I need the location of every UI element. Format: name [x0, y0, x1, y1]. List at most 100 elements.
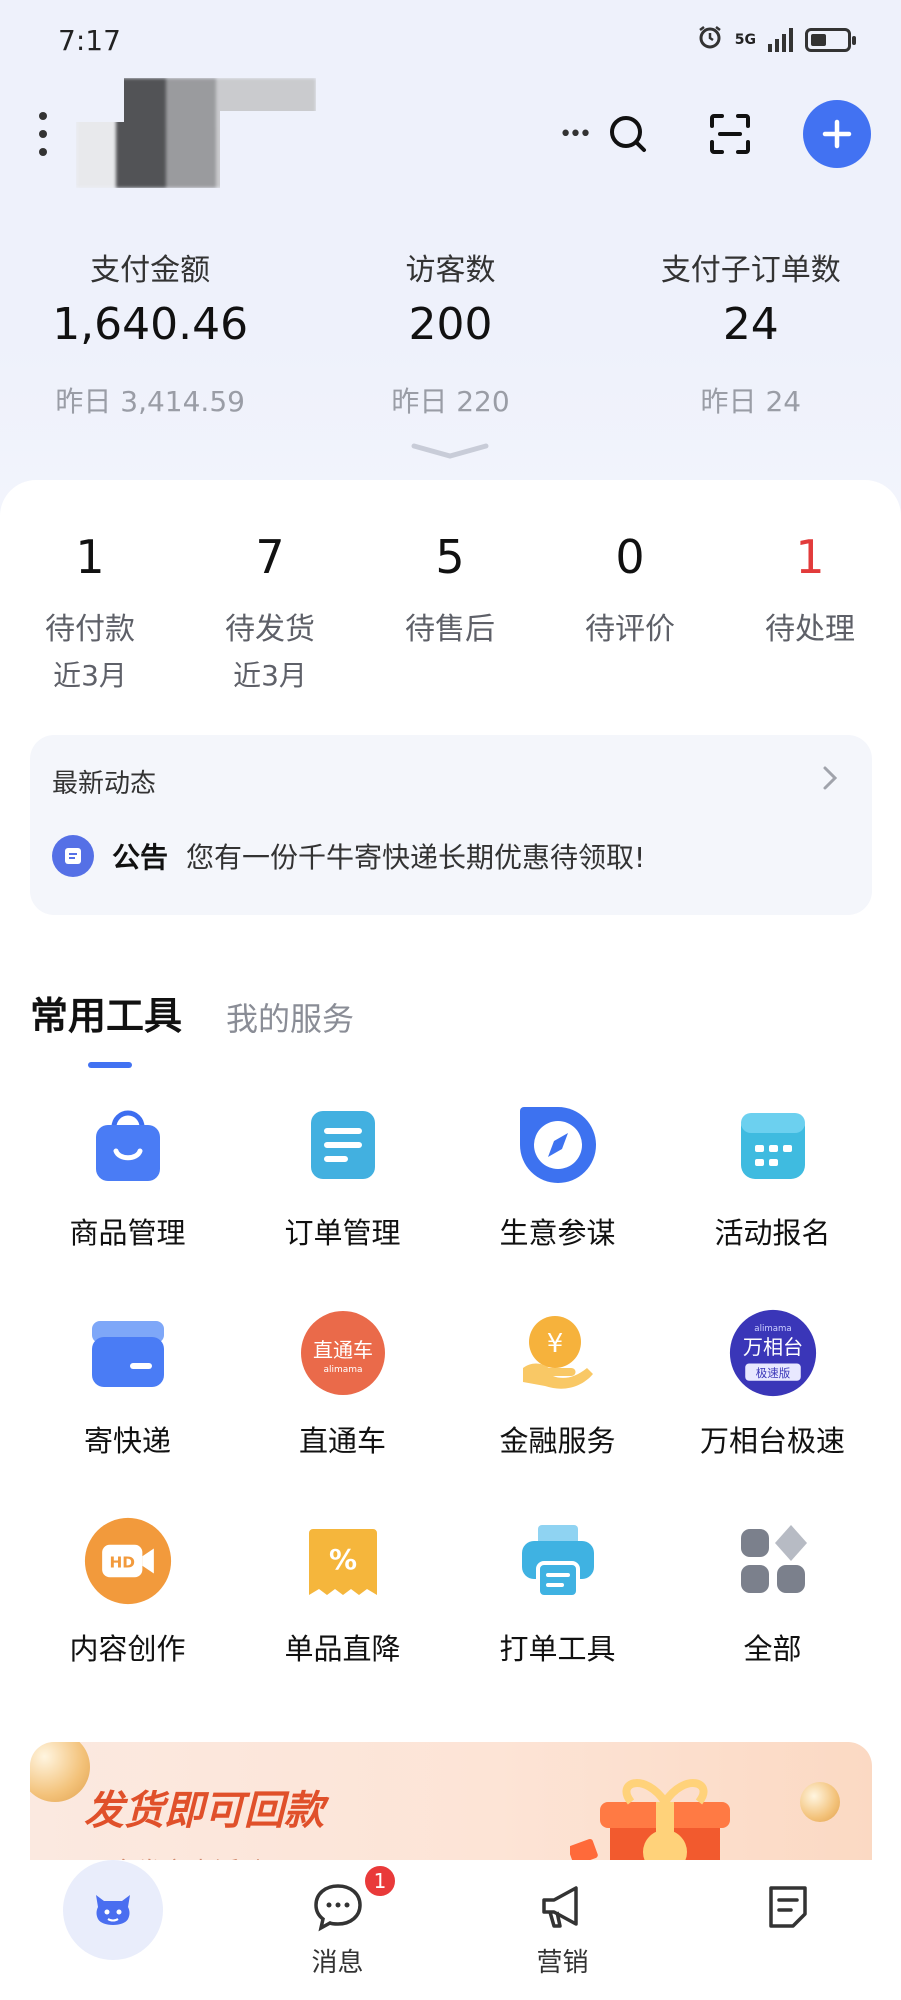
- tools-grid: 商品管理 订单管理 生意参谋 活动报名 寄快递 直通车 alimama 直通车 …: [20, 1100, 880, 1668]
- tool-event-signup[interactable]: 活动报名: [665, 1100, 880, 1252]
- order-count: 5: [435, 530, 465, 584]
- stat-label: 支付子订单数: [660, 253, 841, 288]
- stats-summary: 支付金额 1,640.46 昨日 3,414.59 访客数 200 昨日 220…: [0, 245, 901, 420]
- message-badge: 1: [363, 1864, 397, 1898]
- order-label: 待处理: [765, 612, 855, 647]
- tool-business-advisor[interactable]: 生意参谋: [450, 1100, 665, 1252]
- coin-symbol: ¥: [546, 1329, 563, 1359]
- stat-visitors[interactable]: 访客数 200 昨日 220: [300, 245, 600, 420]
- order-list-icon: [298, 1100, 388, 1190]
- chevron-right-icon: [822, 765, 838, 798]
- stat-label: 访客数: [405, 253, 496, 288]
- hd-symbol: HD: [109, 1554, 134, 1572]
- order-sub: 近3月: [233, 659, 307, 692]
- scan-button[interactable]: [701, 105, 759, 163]
- order-label: 待售后: [405, 612, 495, 647]
- tool-print-orders[interactable]: 打单工具: [450, 1516, 665, 1668]
- tool-financial-services[interactable]: ¥ 金融服务: [450, 1308, 665, 1460]
- stat-value: 1,640.46: [52, 299, 249, 350]
- stat-payment-amount[interactable]: 支付金额 1,640.46 昨日 3,414.59: [0, 245, 300, 420]
- tool-label: 全部: [743, 1632, 802, 1666]
- announcement-icon: [52, 835, 94, 877]
- tool-content-creation[interactable]: HD 内容创作: [20, 1516, 235, 1668]
- zhitongche-logo-icon: 直通车 alimama: [298, 1308, 388, 1398]
- tool-wanxiangtai[interactable]: alimama 万相台 极速版 万相台极速: [665, 1308, 880, 1460]
- tool-zhitongche[interactable]: 直通车 alimama 直通车: [235, 1308, 450, 1460]
- wanxiangtai-logo-text: 万相台: [742, 1335, 802, 1359]
- order-label: 待评价: [585, 612, 675, 647]
- box-icon: [83, 1308, 173, 1398]
- status-icons: 5G: [697, 24, 856, 55]
- expand-chevron-icon[interactable]: [410, 440, 490, 462]
- wanxiangtai-logo-sub: 极速版: [755, 1366, 790, 1380]
- signal-icon: [768, 27, 793, 52]
- document-icon: [769, 1886, 807, 1928]
- wanxiangtai-logo-icon: alimama 万相台 极速版: [728, 1308, 818, 1398]
- nav-home[interactable]: [0, 1860, 225, 2000]
- network-type: 5G: [734, 31, 756, 48]
- add-button[interactable]: [803, 100, 871, 168]
- tool-all[interactable]: 全部: [665, 1516, 880, 1668]
- tool-order-management[interactable]: 订单管理: [235, 1100, 450, 1252]
- stat-yesterday: 昨日 220: [391, 385, 510, 418]
- order-status-row: 1 待付款 近3月 7 待发货 近3月 5 待售后 0 待评价 1 待处理: [0, 530, 901, 694]
- tool-label: 打单工具: [499, 1632, 616, 1666]
- order-pending-payment[interactable]: 1 待付款 近3月: [0, 530, 180, 694]
- message-icon: [314, 1884, 362, 1932]
- order-sub: 近3月: [53, 659, 127, 692]
- printer-icon: [513, 1516, 603, 1606]
- tool-single-item-discount[interactable]: % 单品直降: [235, 1516, 450, 1668]
- stat-value: 200: [408, 299, 493, 350]
- more-vertical-icon[interactable]: [36, 112, 50, 156]
- main-card: 1 待付款 近3月 7 待发货 近3月 5 待售后 0 待评价 1 待处理 最新…: [0, 480, 901, 1882]
- tool-label: 生意参谋: [499, 1216, 616, 1250]
- nav-label: 消息: [311, 1948, 364, 1978]
- tool-label: 单品直降: [284, 1632, 401, 1666]
- compass-icon: [513, 1100, 603, 1190]
- banner-title: 发货即可回款: [84, 1788, 324, 1834]
- shop-avatar-blurred[interactable]: [76, 78, 316, 188]
- tool-label: 订单管理: [284, 1216, 401, 1250]
- ellipsis-icon: •••: [559, 121, 592, 147]
- tool-send-express[interactable]: 寄快递: [20, 1308, 235, 1460]
- order-pending-review[interactable]: 0 待评价: [540, 530, 720, 694]
- order-pending-handling[interactable]: 1 待处理: [720, 530, 900, 694]
- tool-label: 万相台极速: [699, 1424, 845, 1458]
- header-actions: •••: [559, 100, 871, 168]
- stat-paid-suborders[interactable]: 支付子订单数 24 昨日 24: [601, 245, 901, 420]
- stat-yesterday: 昨日 3,414.59: [55, 385, 245, 418]
- calendar-icon: [728, 1100, 818, 1190]
- hd-video-icon: HD: [83, 1516, 173, 1606]
- megaphone-icon: [542, 1886, 578, 1928]
- search-button[interactable]: [599, 105, 657, 163]
- tab-common-tools[interactable]: 常用工具: [30, 985, 182, 1068]
- stat-value: 24: [722, 299, 779, 350]
- home-cow-icon: [63, 1860, 163, 1960]
- percent-symbol: %: [328, 1543, 356, 1576]
- news-item[interactable]: 公告 您有一份千牛寄快递长期优惠待领取!: [52, 835, 645, 877]
- shopping-bag-icon: [83, 1100, 173, 1190]
- bottom-nav: 1 消息 营销: [0, 1860, 901, 2000]
- all-apps-icon: [728, 1516, 818, 1606]
- order-pending-shipment[interactable]: 7 待发货 近3月: [180, 530, 360, 694]
- news-card[interactable]: 最新动态 公告 您有一份千牛寄快递长期优惠待领取!: [30, 735, 872, 915]
- status-bar: 7:17 5G: [0, 0, 901, 80]
- nav-marketing[interactable]: 营销: [450, 1860, 675, 2000]
- tools-tabs: 常用工具 我的服务: [30, 985, 354, 1068]
- status-time: 7:17: [58, 24, 121, 57]
- tool-label: 活动报名: [714, 1216, 831, 1250]
- tool-product-management[interactable]: 商品管理: [20, 1100, 235, 1252]
- zhitongche-logo-text: 直通车: [313, 1338, 373, 1362]
- order-count: 7: [255, 530, 285, 584]
- battery-icon: [805, 27, 856, 52]
- battery-level: [811, 33, 826, 46]
- tool-label: 内容创作: [69, 1632, 186, 1666]
- coin-hand-icon: ¥: [513, 1308, 603, 1398]
- order-count: 1: [795, 530, 825, 584]
- alarm-icon: [697, 24, 723, 55]
- nav-messages[interactable]: 1 消息: [225, 1860, 450, 2000]
- tool-label: 寄快递: [83, 1424, 171, 1458]
- tab-my-services[interactable]: 我的服务: [226, 994, 354, 1040]
- order-after-sales[interactable]: 5 待售后: [360, 530, 540, 694]
- nav-documents[interactable]: [675, 1860, 900, 2000]
